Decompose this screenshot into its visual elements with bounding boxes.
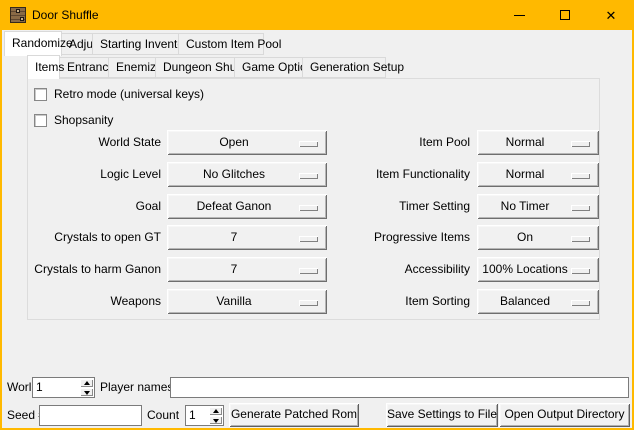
item-sorting-dropdown[interactable]: Balanced — [477, 289, 599, 314]
player-names-label: Player names — [100, 377, 173, 398]
accessibility-dropdown[interactable]: 100% Locations — [477, 257, 599, 282]
count-label: Count — [147, 405, 179, 426]
dropdown-indicator-icon — [571, 173, 590, 179]
dropdown-indicator-icon — [299, 268, 318, 274]
tab-starting-inventory[interactable]: Starting Inventory — [92, 33, 179, 55]
tab-dungeon-shuffle[interactable]: Dungeon Shuffle — [155, 57, 235, 78]
maximize-button[interactable] — [542, 0, 588, 30]
dropdown-indicator-icon — [571, 268, 590, 274]
item-pool-label: Item Pool — [330, 130, 470, 155]
option-row: Logic Level No Glitches Item Functionali… — [2, 162, 634, 187]
shopsanity-checkbox[interactable] — [34, 114, 47, 127]
window-controls: ✕ — [496, 0, 634, 30]
weapons-label: Weapons — [27, 289, 161, 314]
tab-generation-setup[interactable]: Generation Setup — [302, 57, 386, 78]
shopsanity-checkbox-row: Shopsanity — [34, 112, 113, 128]
progressive-items-dropdown[interactable]: On — [477, 225, 599, 250]
close-button[interactable]: ✕ — [588, 0, 634, 30]
logic-level-dropdown[interactable]: No Glitches — [167, 162, 327, 187]
world-state-dropdown[interactable]: Open — [167, 130, 327, 155]
worlds-spin-up-button[interactable] — [80, 379, 93, 387]
count-spin-down-button[interactable] — [209, 416, 222, 424]
generate-patched-rom-button[interactable]: Generate Patched Rom — [229, 403, 359, 427]
tab-game-options[interactable]: Game Options — [234, 57, 303, 78]
dropdown-indicator-icon — [571, 300, 590, 306]
seed-input[interactable] — [39, 405, 142, 426]
spin-up-icon — [213, 409, 219, 413]
spin-down-icon — [84, 391, 90, 395]
option-row: Goal Defeat Ganon Timer Setting No Timer — [2, 194, 634, 219]
option-row: Weapons Vanilla Item Sorting Balanced — [2, 289, 634, 314]
dropdown-indicator-icon — [299, 173, 318, 179]
spin-up-icon — [84, 381, 90, 385]
crystals-harm-ganon-dropdown[interactable]: 7 — [167, 257, 327, 282]
world-state-label: World State — [27, 130, 161, 155]
dropdown-indicator-icon — [571, 236, 590, 242]
dropdown-indicator-icon — [299, 141, 318, 147]
item-sorting-label: Item Sorting — [330, 289, 470, 314]
crystals-open-gt-dropdown[interactable]: 7 — [167, 225, 327, 250]
logic-level-label: Logic Level — [27, 162, 161, 187]
crystals-harm-ganon-label: Crystals to harm Ganon — [27, 257, 161, 282]
weapons-dropdown[interactable]: Vanilla — [167, 289, 327, 314]
title-bar: Door Shuffle ✕ — [0, 0, 634, 30]
item-pool-dropdown[interactable]: Normal — [477, 130, 599, 155]
dropdown-indicator-icon — [571, 141, 590, 147]
shopsanity-label: Shopsanity — [54, 114, 113, 127]
open-output-directory-button[interactable]: Open Output Directory — [499, 403, 630, 427]
option-row: Crystals to harm Ganon 7 Accessibility 1… — [2, 257, 634, 282]
retro-mode-checkbox-row: Retro mode (universal keys) — [34, 86, 204, 102]
worlds-spinbox[interactable]: 1 — [32, 377, 95, 398]
window-title: Door Shuffle — [32, 8, 99, 22]
dropdown-indicator-icon — [299, 236, 318, 242]
goal-dropdown[interactable]: Defeat Ganon — [167, 194, 327, 219]
app-icon — [10, 7, 26, 23]
tab-randomize[interactable]: Randomize — [4, 31, 62, 56]
goal-label: Goal — [27, 194, 161, 219]
accessibility-label: Accessibility — [330, 257, 470, 282]
count-spinbox[interactable]: 1 — [185, 405, 224, 426]
worlds-spin-down-button[interactable] — [80, 388, 93, 396]
tab-enemizer[interactable]: Enemizer — [108, 57, 156, 78]
crystals-open-gt-label: Crystals to open GT — [27, 225, 161, 250]
inner-tab-bar: Items Entrances Enemizer Dungeon Shuffle… — [27, 55, 386, 78]
item-functionality-dropdown[interactable]: Normal — [477, 162, 599, 187]
maximize-icon — [560, 10, 570, 20]
player-names-input[interactable] — [170, 377, 629, 398]
item-functionality-label: Item Functionality — [330, 162, 470, 187]
tab-custom-item-pool[interactable]: Custom Item Pool — [178, 33, 264, 55]
minimize-button[interactable] — [496, 0, 542, 30]
option-row: Crystals to open GT 7 Progressive Items … — [2, 225, 634, 250]
timer-setting-dropdown[interactable]: No Timer — [477, 194, 599, 219]
tab-entrances[interactable]: Entrances — [59, 57, 109, 78]
option-row: World State Open Item Pool Normal — [2, 130, 634, 155]
outer-tab-bar: Randomize Adjust Starting Inventory Cust… — [4, 31, 264, 55]
dropdown-indicator-icon — [299, 205, 318, 211]
close-icon: ✕ — [606, 9, 617, 22]
timer-setting-label: Timer Setting — [330, 194, 470, 219]
progressive-items-label: Progressive Items — [330, 225, 470, 250]
minimize-icon — [514, 15, 525, 16]
save-settings-button[interactable]: Save Settings to File — [386, 403, 498, 427]
dropdown-indicator-icon — [571, 205, 590, 211]
retro-mode-checkbox[interactable] — [34, 88, 47, 101]
app-window: Door Shuffle ✕ Randomize Adjust Starting… — [0, 0, 634, 430]
tab-items[interactable]: Items — [27, 55, 60, 79]
retro-mode-label: Retro mode (universal keys) — [54, 88, 204, 101]
dropdown-indicator-icon — [299, 300, 318, 306]
spin-down-icon — [213, 419, 219, 423]
count-spin-up-button[interactable] — [209, 407, 222, 415]
